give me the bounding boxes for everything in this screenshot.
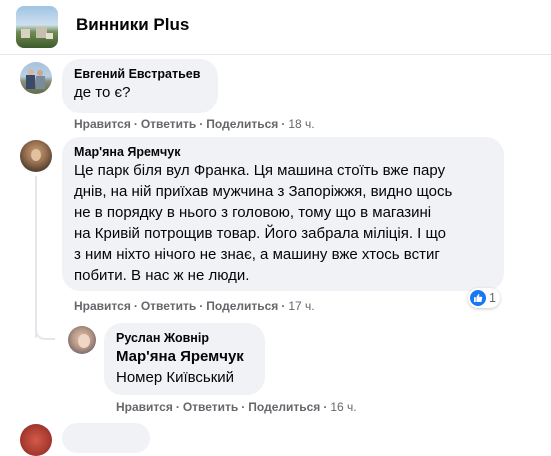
- group-avatar[interactable]: [16, 6, 58, 48]
- comment-bubble: [62, 423, 150, 453]
- reaction-count: 1: [489, 291, 496, 305]
- comment-actions: Нравится · Ответить · Поделиться · 17 ч.: [74, 299, 315, 313]
- avatar[interactable]: [68, 326, 96, 354]
- like-icon: [470, 290, 486, 306]
- reply-link[interactable]: Ответить: [141, 117, 196, 131]
- avatar[interactable]: [20, 62, 52, 94]
- share-link[interactable]: Поделиться: [248, 400, 320, 414]
- group-header: Винники Plus: [0, 0, 551, 55]
- avatar[interactable]: [20, 140, 52, 172]
- mention-link[interactable]: Мар'яна Яремчук: [116, 346, 253, 367]
- like-link[interactable]: Нравится: [74, 117, 131, 131]
- comment-text: Номер Київський: [116, 369, 235, 386]
- comment-text: Це парк біля вул Франка. Ця машина стоїт…: [74, 162, 453, 284]
- comment-author[interactable]: Евгений Евстратьев: [74, 66, 206, 82]
- comment-author[interactable]: Руслан Жовнір: [116, 330, 253, 346]
- reply-link[interactable]: Ответить: [141, 299, 196, 313]
- comment-text: де то є?: [74, 84, 131, 101]
- comment-timestamp[interactable]: 18 ч.: [288, 117, 314, 131]
- comment-bubble: Мар'яна Яремчук Це парк біля вул Франка.…: [62, 137, 504, 291]
- group-title[interactable]: Винники Plus: [76, 15, 189, 35]
- thread-connector: [35, 322, 55, 340]
- comment-bubble: Евгений Евстратьев де то є?: [62, 59, 218, 113]
- comment-timestamp[interactable]: 16 ч.: [330, 400, 356, 414]
- thread-line: [35, 176, 37, 338]
- share-link[interactable]: Поделиться: [206, 299, 278, 313]
- reply-bubble: Руслан Жовнір Мар'яна Яремчук Номер Київ…: [104, 323, 265, 395]
- like-link[interactable]: Нравится: [116, 400, 173, 414]
- comment-actions: Нравится · Ответить · Поделиться · 18 ч.: [74, 117, 315, 131]
- share-link[interactable]: Поделиться: [206, 117, 278, 131]
- reply-link[interactable]: Ответить: [183, 400, 238, 414]
- like-link[interactable]: Нравится: [74, 299, 131, 313]
- comment-timestamp[interactable]: 17 ч.: [288, 299, 314, 313]
- comment-author[interactable]: Мар'яна Яремчук: [74, 144, 492, 160]
- reaction-badge[interactable]: 1: [468, 288, 500, 308]
- comment-actions: Нравится · Ответить · Поделиться · 16 ч.: [116, 400, 357, 414]
- avatar[interactable]: [20, 424, 52, 456]
